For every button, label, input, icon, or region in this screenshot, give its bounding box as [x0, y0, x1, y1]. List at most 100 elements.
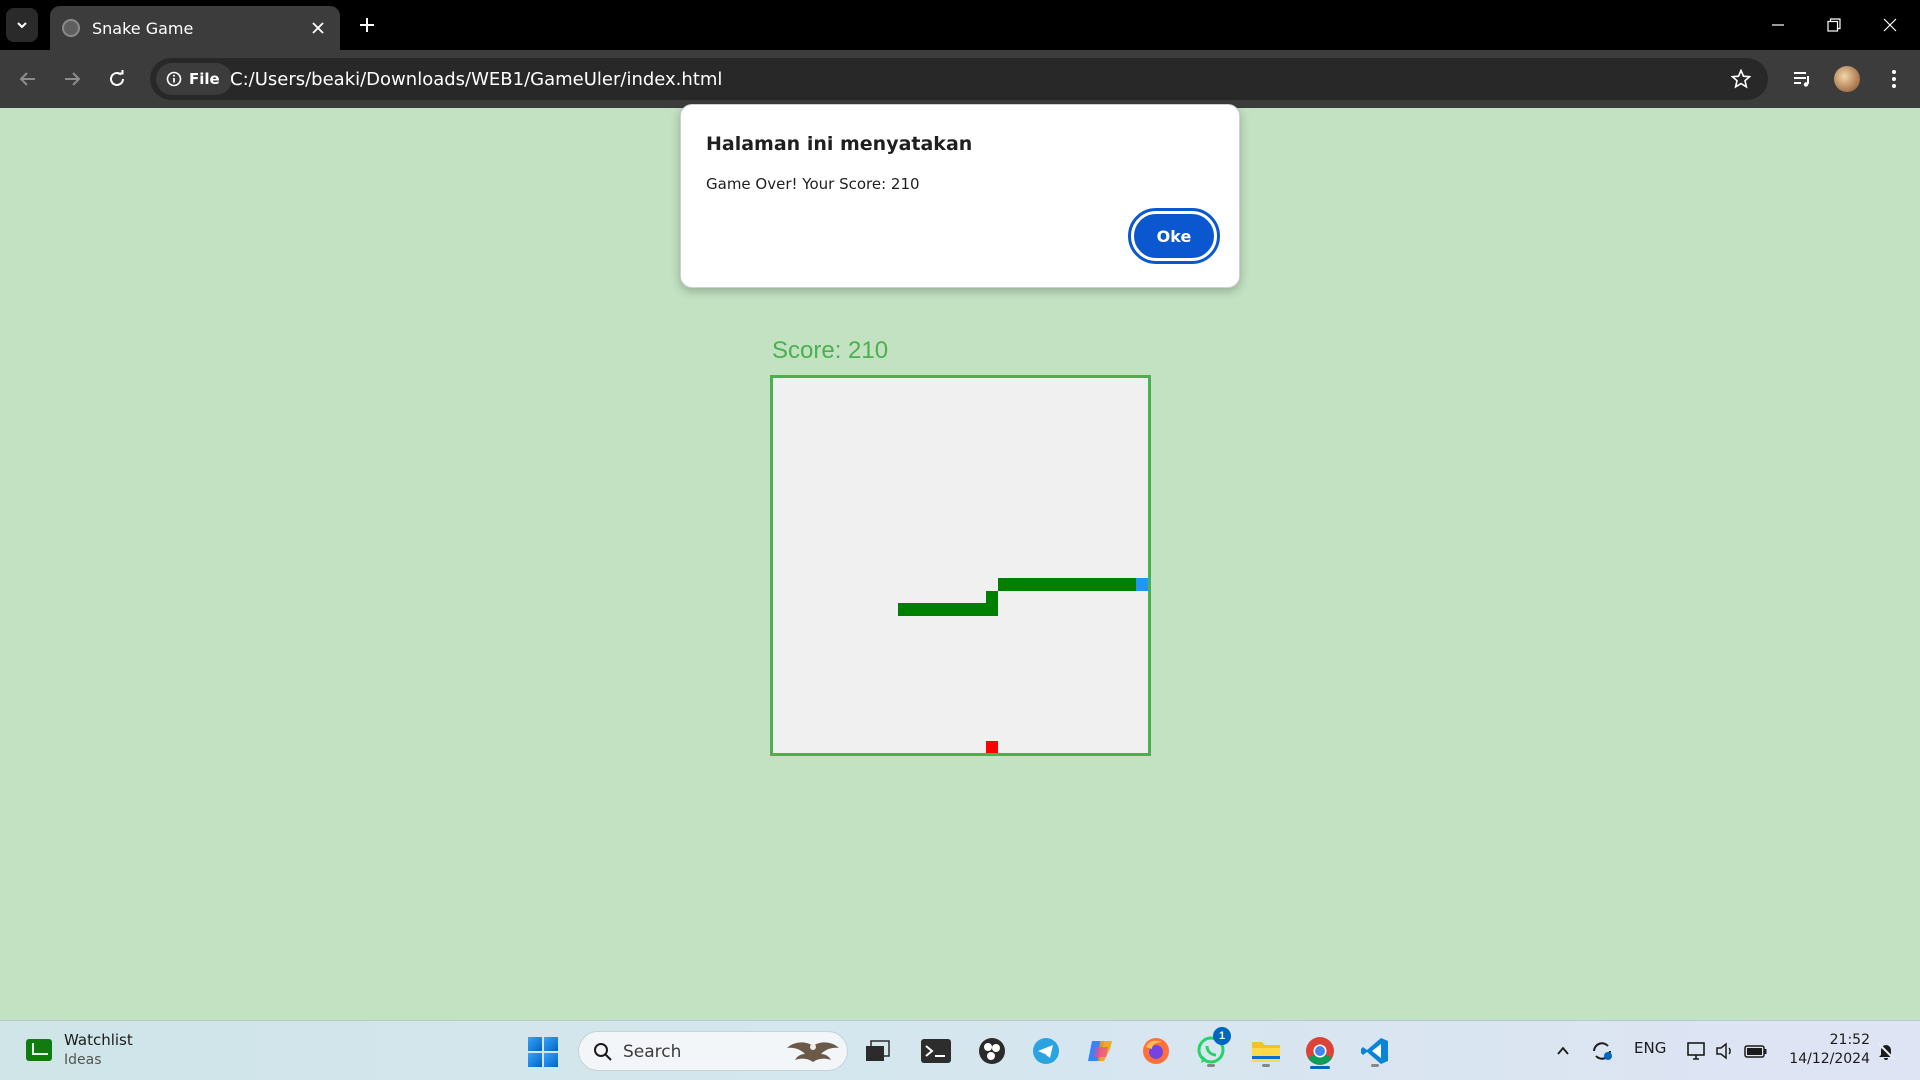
browser-tabstrip: Snake Game	[0, 0, 1920, 50]
site-info-chip[interactable]: File	[156, 63, 232, 95]
obs-button[interactable]	[974, 1033, 1010, 1069]
folder-icon	[1252, 1042, 1280, 1062]
minimize-button[interactable]	[1750, 0, 1806, 50]
snake-segment	[1085, 578, 1098, 591]
running-indicator	[1262, 1064, 1270, 1067]
terminal-button[interactable]	[918, 1033, 954, 1069]
clock-time: 21:52	[1829, 1032, 1870, 1048]
obs-icon	[979, 1038, 1005, 1064]
close-icon	[1883, 18, 1897, 32]
plus-icon	[360, 18, 374, 32]
close-icon	[312, 22, 324, 34]
arrow-right-icon	[65, 72, 81, 86]
profile-button[interactable]	[1832, 64, 1862, 94]
tab-close-button[interactable]	[308, 18, 328, 38]
notifications-button[interactable]	[1868, 1033, 1904, 1069]
vscode-icon	[1361, 1038, 1388, 1064]
telegram-icon	[1033, 1038, 1059, 1064]
widget-subtitle: Ideas	[64, 1052, 102, 1068]
close-window-button[interactable]	[1862, 0, 1918, 50]
search-icon	[594, 1043, 612, 1061]
back-button[interactable]	[12, 63, 44, 95]
score-label: Score: 210	[772, 337, 889, 364]
terminal-icon	[921, 1039, 951, 1063]
new-tab-button[interactable]	[352, 10, 382, 40]
eagle-icon	[787, 1042, 839, 1062]
tab-snake-game[interactable]: Snake Game	[50, 6, 340, 50]
running-indicator	[1207, 1064, 1215, 1067]
tab-search-button[interactable]	[6, 8, 38, 42]
task-view-button[interactable]	[860, 1033, 896, 1069]
restore-button[interactable]	[1806, 0, 1862, 50]
telegram-button[interactable]	[1028, 1033, 1064, 1069]
clock-date: 14/12/2024	[1789, 1051, 1870, 1067]
reload-icon	[110, 70, 124, 86]
snake-segment	[1123, 578, 1136, 591]
language-indicator[interactable]: ENG	[1634, 1039, 1666, 1057]
chevron-up-icon	[1557, 1046, 1569, 1055]
copilot-icon	[1088, 1041, 1112, 1061]
firefox-button[interactable]	[1138, 1033, 1174, 1069]
snake-segment	[973, 603, 986, 616]
tab-title: Snake Game	[92, 18, 194, 38]
alert-dialog: Halaman ini menyatakan Game Over! Your S…	[680, 104, 1240, 288]
snake-segment	[898, 603, 911, 616]
notification-badge: 1	[1213, 1027, 1231, 1045]
show-hidden-icons-button[interactable]	[1545, 1033, 1581, 1069]
snake-segment	[948, 603, 961, 616]
reload-button[interactable]	[101, 63, 133, 95]
browser-toolbar: File C:/Users/beaki/Downloads/WEB1/GameU…	[0, 50, 1920, 108]
site-chip-label: File	[189, 70, 220, 88]
browser-menu-button[interactable]	[1879, 64, 1909, 94]
dialog-ok-button[interactable]: Oke	[1128, 208, 1220, 264]
restore-icon	[1827, 18, 1841, 32]
sync-icon	[1593, 1042, 1612, 1060]
snake-segment	[960, 603, 973, 616]
snake-segment	[1010, 578, 1023, 591]
sync-tray-button[interactable]	[1584, 1033, 1620, 1069]
battery-button[interactable]	[1738, 1033, 1774, 1069]
snake-head	[1135, 578, 1148, 591]
bookmark-star-button[interactable]	[1730, 68, 1752, 90]
kebab-menu-icon	[1892, 70, 1896, 88]
whatsapp-button[interactable]: 1	[1193, 1027, 1231, 1069]
windows-logo-icon	[528, 1037, 542, 1051]
info-icon	[166, 71, 182, 87]
snake-segment	[985, 603, 998, 616]
clock[interactable]: 21:52 14/12/2024	[1780, 1031, 1870, 1069]
snake-segment	[1060, 578, 1073, 591]
snake-segment	[1035, 578, 1048, 591]
forward-button[interactable]	[56, 63, 88, 95]
chevron-down-icon	[17, 22, 27, 29]
snake-segment	[1048, 578, 1061, 591]
snake-segment	[1098, 578, 1111, 591]
chrome-button[interactable]	[1302, 1033, 1338, 1069]
address-bar[interactable]: File C:/Users/beaki/Downloads/WEB1/GameU…	[150, 58, 1768, 100]
snake-segment	[1023, 578, 1036, 591]
task-view-icon	[866, 1040, 890, 1061]
snake-segment	[1110, 578, 1123, 591]
stock-chart-icon	[26, 1039, 52, 1061]
widget-title: Watchlist	[64, 1031, 133, 1049]
copilot-button[interactable]	[1083, 1033, 1119, 1069]
avatar	[1834, 66, 1860, 92]
battery-icon	[1744, 1045, 1767, 1058]
network-icon	[1687, 1042, 1705, 1060]
taskbar-search[interactable]: Search	[578, 1031, 848, 1071]
bell-off-icon	[1877, 1042, 1895, 1060]
media-control-button[interactable]	[1787, 64, 1817, 94]
dialog-title: Halaman ini menyatakan	[706, 133, 973, 155]
url-text[interactable]: C:/Users/beaki/Downloads/WEB1/GameUler/i…	[230, 69, 722, 90]
arrow-left-icon	[19, 72, 35, 86]
dialog-message: Game Over! Your Score: 210	[706, 175, 920, 193]
game-board[interactable]	[770, 375, 1151, 756]
speaker-icon	[1716, 1042, 1731, 1060]
snake-segment	[998, 578, 1011, 591]
snake-segment	[910, 603, 923, 616]
playlist-icon	[1794, 72, 1809, 87]
vscode-button[interactable]	[1357, 1033, 1393, 1069]
start-button[interactable]	[528, 1037, 558, 1067]
taskbar: Watchlist Ideas Search 1 ENG 21:52 14/12…	[0, 1020, 1920, 1080]
file-explorer-button[interactable]	[1248, 1033, 1284, 1069]
active-indicator	[1310, 1066, 1330, 1069]
